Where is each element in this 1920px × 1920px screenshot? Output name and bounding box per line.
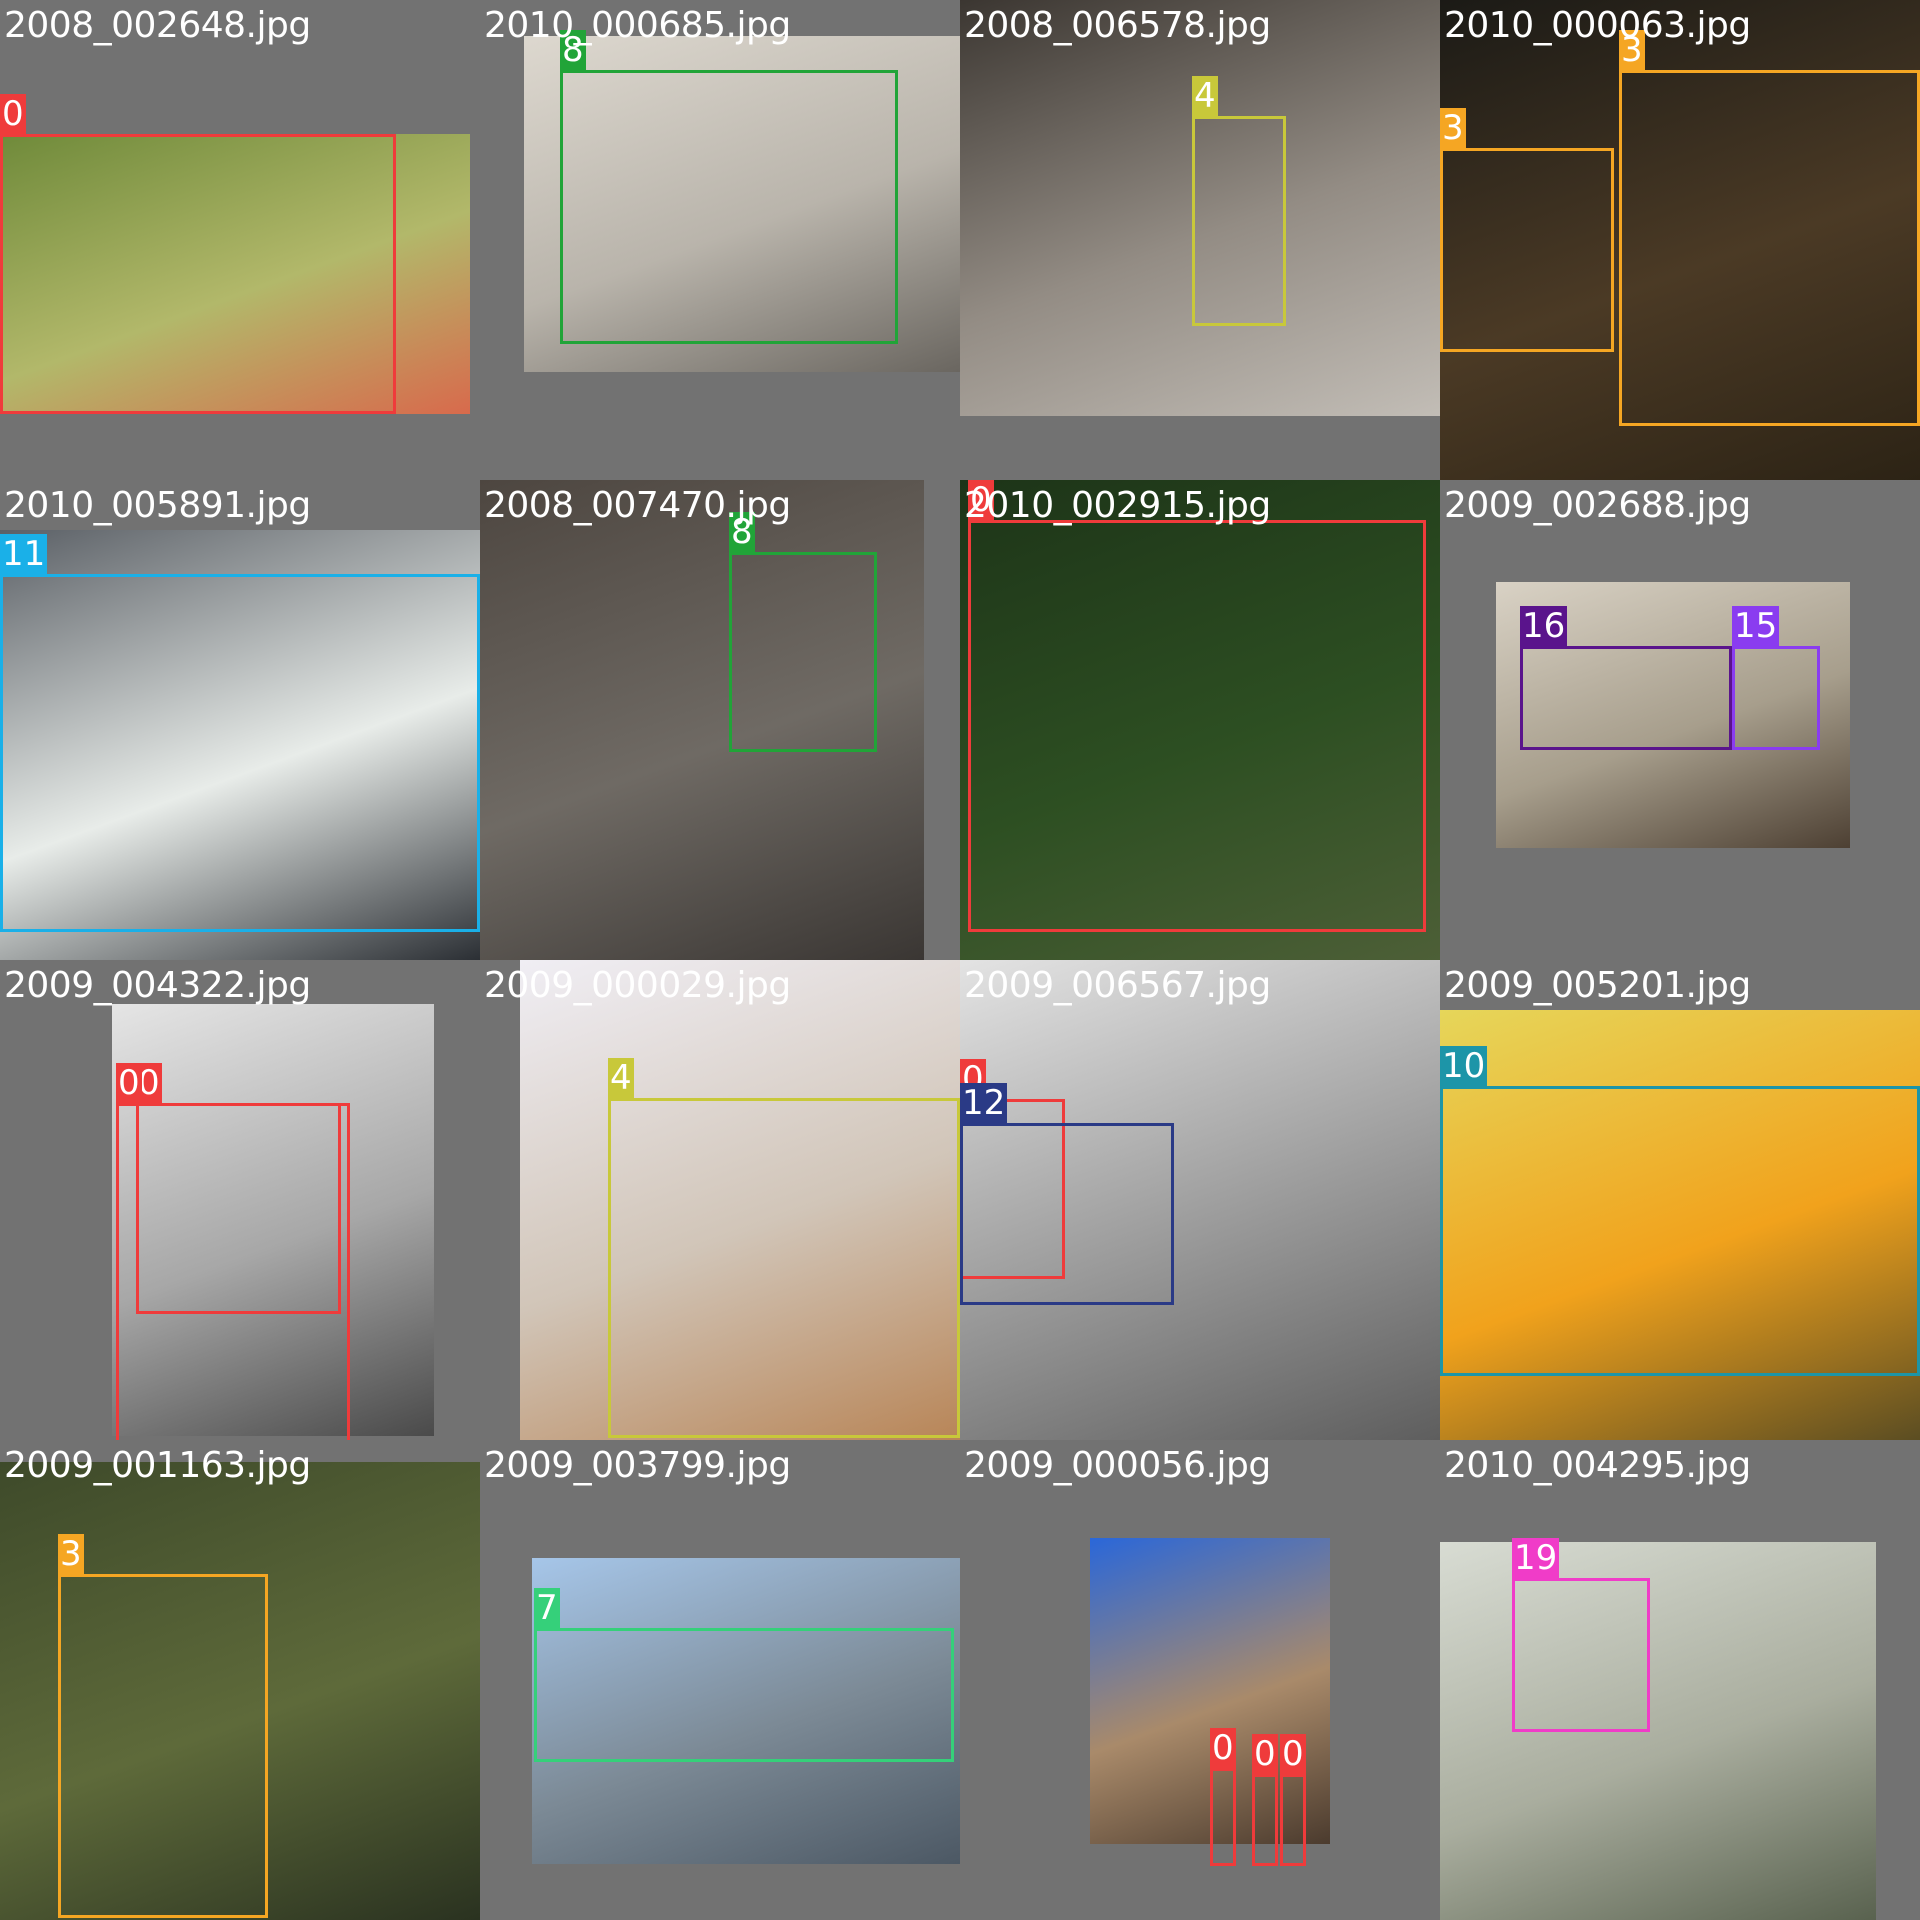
bounding-box [116,1103,350,1440]
mosaic-tile: 0 12 2009_006567.jpg [960,960,1440,1440]
bounding-box [960,1123,1174,1305]
mosaic-tile: 0 0 2009_004322.jpg [0,960,480,1440]
image-filename: 2010_002915.jpg [964,485,1271,526]
mosaic-tile: 0 2010_002915.jpg [960,480,1440,960]
mosaic-tile: 10 2009_005201.jpg [1440,960,1920,1440]
image-filename: 2009_004322.jpg [4,965,311,1006]
detection-mosaic: 0 2008_002648.jpg 8 2010_000685.jpg 4 2008_00… [0,0,1920,1920]
class-id-label: 0 [0,94,26,134]
class-id-label: 15 [1732,606,1780,646]
bounding-box [1619,70,1920,426]
bounding-box [1520,646,1732,750]
class-id-label: 4 [608,1058,634,1098]
image-filename: 2010_000063.jpg [1444,5,1751,46]
bounding-box [1512,1578,1650,1732]
bounding-box [0,134,396,414]
image-filename: 2008_007470.jpg [484,485,791,526]
image-filename: 2008_006578.jpg [964,5,1271,46]
bounding-box [58,1574,268,1918]
class-id-label: 0 [116,1063,142,1103]
mosaic-tile: 8 2010_000685.jpg [480,0,960,480]
photo-thumbnail [1440,1542,1876,1920]
image-filename: 2009_002688.jpg [1444,485,1751,526]
mosaic-tile: 4 2008_006578.jpg [960,0,1440,480]
image-filename: 2009_003799.jpg [484,1445,791,1486]
bounding-box [1210,1768,1236,1866]
class-id-label: 0 [1210,1728,1236,1768]
image-filename: 2009_006567.jpg [964,965,1271,1006]
mosaic-tile: 19 2010_004295.jpg [1440,1440,1920,1920]
bounding-box [1280,1774,1306,1866]
bounding-box [608,1098,960,1438]
mosaic-tile: 3 3 2010_000063.jpg [1440,0,1920,480]
class-id-label: 10 [1440,1046,1488,1086]
class-id-label: 4 [1192,76,1218,116]
mosaic-tile: 8 2008_007470.jpg [480,480,960,960]
image-filename: 2010_004295.jpg [1444,1445,1751,1486]
class-id-label: 11 [0,534,48,574]
mosaic-tile: 7 2009_003799.jpg [480,1440,960,1920]
class-id-label: 0 [1280,1734,1306,1774]
image-filename: 2010_005891.jpg [4,485,311,526]
mosaic-tile: 16 15 2009_002688.jpg [1440,480,1920,960]
mosaic-tile: 0 2008_002648.jpg [0,0,480,480]
class-id-label: 16 [1520,606,1568,646]
bounding-box [1440,148,1614,352]
mosaic-tile: 0 0 0 2009_000056.jpg [960,1440,1440,1920]
bounding-box [1732,646,1820,750]
mosaic-tile: 3 2009_001163.jpg [0,1440,480,1920]
image-filename: 2009_005201.jpg [1444,965,1751,1006]
mosaic-tile: 11 2010_005891.jpg [0,480,480,960]
class-id-label: 3 [58,1534,84,1574]
bounding-box [534,1628,954,1762]
mosaic-tile: 4 2009_000029.jpg [480,960,960,1440]
image-filename: 2009_001163.jpg [4,1445,311,1486]
class-id-label: 3 [1440,108,1466,148]
image-filename: 2008_002648.jpg [4,5,311,46]
bounding-box [1252,1774,1278,1866]
bounding-box [1440,1086,1920,1376]
image-filename: 2009_000029.jpg [484,965,791,1006]
class-id-label: 19 [1512,1538,1560,1578]
class-id-label: 7 [534,1588,560,1628]
bounding-box [0,574,480,932]
bounding-box [1192,116,1286,326]
bounding-box [729,552,877,752]
image-filename: 2010_000685.jpg [484,5,791,46]
image-filename: 2009_000056.jpg [964,1445,1271,1486]
bounding-box [968,520,1426,932]
class-id-label: 0 [1252,1734,1278,1774]
class-id-label: 12 [960,1083,1008,1123]
bounding-box [560,70,898,344]
